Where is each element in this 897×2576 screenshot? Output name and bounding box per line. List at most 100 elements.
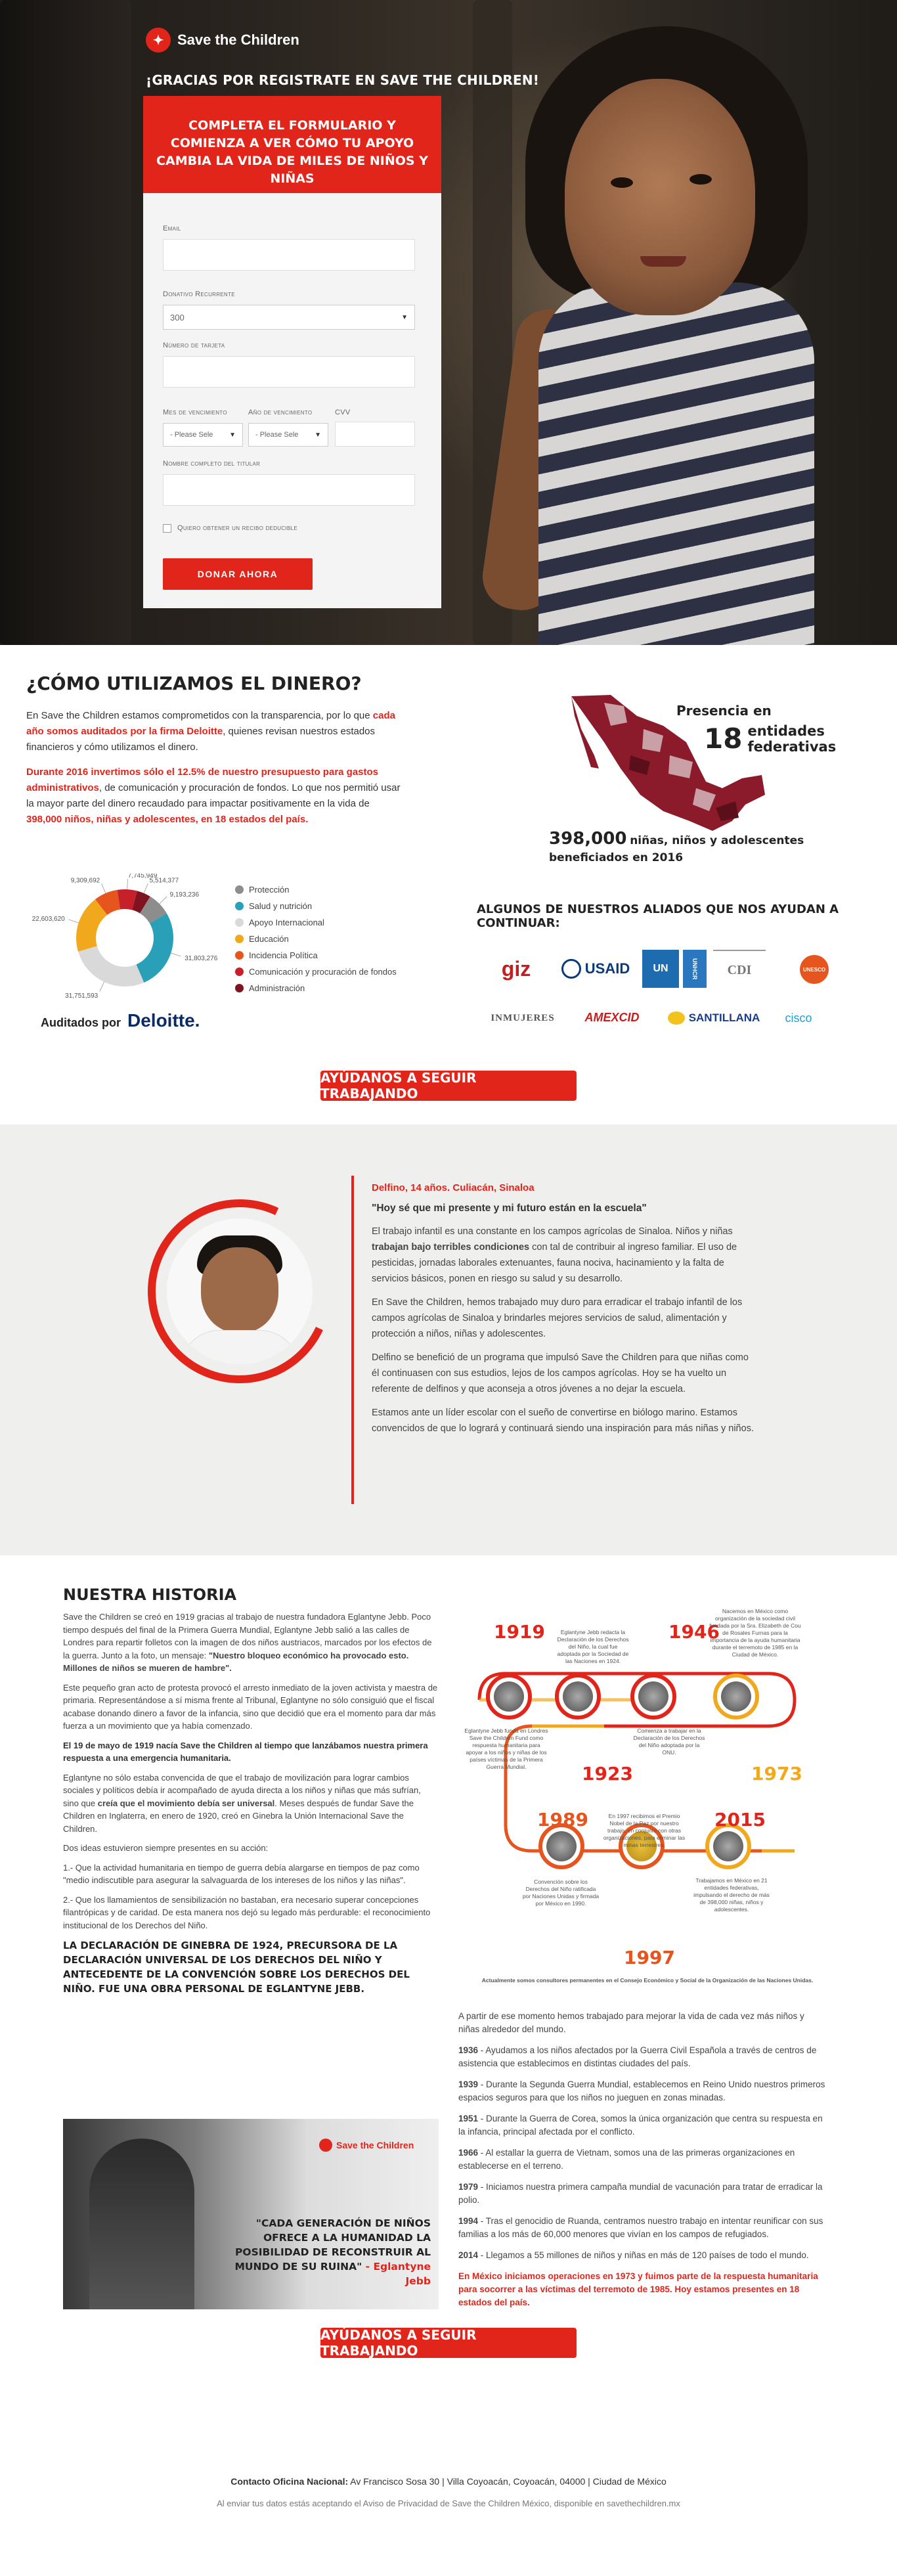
event-item: 1939 - Durante la Segunda Guerra Mundial… [458,2078,826,2104]
legend-item: Administración [235,980,397,996]
legend-swatch [235,984,244,992]
giz-logo: giz [501,956,531,981]
declaration-text: LA DECLARACIÓN DE GINEBRA DE 1924, PRECU… [63,1940,410,1995]
legend-label: Protección [249,885,290,895]
card-number-label: Número de tarjeta [163,342,225,349]
year-select[interactable]: - Please Sele ▼ [248,423,328,447]
event-year: 2014 [458,2250,479,2260]
chart-legend: Protección Salud y nutrición Apoyo Interna… [235,881,397,996]
slice-value-label: 31,803,276 [185,955,217,962]
cvv-label: CVV [335,409,351,416]
recurring-label: Donativo Recurrente [163,290,235,298]
contact-value: Av Francisco Sosa 30 | Villa Coyoacán, C… [348,2476,667,2487]
usaid-logo: USAID [559,955,632,983]
recurring-select[interactable]: 300 ▼ [163,305,415,330]
year-1973: 1973 [751,1763,802,1785]
story-paragraph: En Save the Children, hemos trabajado mu… [372,1297,743,1339]
beneficiaries-stat: 398,000 niñas, niños y adolescentes bene… [549,829,825,866]
money-paragraph-1: En Save the Children estamos comprometid… [26,708,407,755]
event-text: - Tras el genocidio de Ruanda, centramos… [458,2216,823,2239]
support-cta-button-top[interactable]: AYÚDANOS A SEGUIR TRABAJANDO [320,1070,577,1101]
month-select[interactable]: - Please Sele ▼ [163,423,243,447]
slice-leader-line [68,919,79,923]
event-item: 2014 - Llegamos a 55 millones de niños y… [458,2249,826,2262]
audited-by-label: Auditados por [41,1016,121,1029]
timeline-caption: Actualmente somos consultores permanente… [481,1977,814,1984]
eglantyne-photo: Save the Children "CADA GENERACIÓN DE NI… [63,2119,439,2309]
event-item: 1936 - Ayudamos a los niños afectados po… [458,2044,826,2070]
legend-swatch [235,902,244,910]
timeline-disc-1919 [486,1674,532,1720]
holder-name-field[interactable] [163,474,415,506]
chevron-down-icon: ▼ [401,313,408,321]
story-paragraph: Estamos ante un líder escolar con el sue… [372,1408,754,1434]
history-body: Save the Children se creó en 1919 gracia… [63,1610,439,1996]
note-1997: En 1997 recibimos el Premio Nobel de la … [603,1813,686,1848]
money-paragraph-2: Durante 2016 invertimos sólo el 12.5% de… [26,765,407,828]
slice-leader-line [127,879,128,890]
month-label: Mes de vencimiento [163,409,227,416]
legend-label: Comunicación y procuración de fondos [249,967,397,977]
note-1946: Comienza a trabajar en la Declaración de… [633,1727,705,1756]
slice-leader-line [101,883,106,894]
event-text: - Al estallar la guerra de Vietnam, somo… [458,2148,795,2171]
donation-form: COMPLETA EL FORMULARIO Y COMIENZA A VER … [143,96,441,608]
cdi-logo: CDI [713,950,766,989]
cvv-field[interactable] [335,422,415,447]
events-intro: A partir de ese momento hemos trabajado … [458,2011,804,2034]
email-field[interactable] [163,239,415,271]
event-year: 1939 [458,2079,479,2089]
slice-value-label: 9,193,236 [170,891,200,899]
beneficiaries-number: 398,000 [549,829,627,849]
slice-leader-line [143,883,148,894]
story-paragraph: El trabajo infantil es una constante en … [372,1224,756,1287]
hero-section: ✦ Save the Children ¡GRACIAS POR REGISTR… [0,0,897,645]
money-title: ¿CÓMO UTILIZAMOS EL DINERO? [26,673,362,694]
un-logo: UN [642,950,679,988]
legend-swatch [235,967,244,976]
chevron-down-icon: ▼ [229,431,236,439]
note-2015: Trabajamos en México en 21 entidades fed… [693,1877,770,1913]
brand-name: Save the Children [177,32,299,48]
event-item: 1979 - Iniciamos nuestra primera campaña… [458,2181,826,2207]
money-highlight: 398,000 niños, niñas y adolescentes, en … [26,814,309,825]
year-1997: 1997 [624,1947,675,1968]
amexcid-logo: AMEXCID [584,1010,640,1024]
story-bold: trabajan bajo terribles condiciones [372,1242,530,1253]
slice-value-label: 22,603,620 [32,916,65,923]
privacy-notice: Al enviar tus datos estás aceptando el A… [217,2498,680,2508]
legend-swatch [235,885,244,894]
chevron-down-icon: ▼ [315,431,321,439]
timeline-disc-1973 [713,1674,759,1720]
photo-quote: "CADA GENERACIÓN DE NIÑOS OFRECE A LA HU… [221,2216,431,2288]
photo-logo-text: Save the Children [336,2140,414,2150]
form-header: COMPLETA EL FORMULARIO Y COMIENZA A VER … [143,96,441,193]
event-year: 1936 [458,2045,479,2055]
year-1919: 1919 [494,1621,545,1643]
support-cta-button-bottom[interactable]: AYÚDANOS A SEGUIR TRABAJANDO [320,2327,577,2359]
history-paragraph: 2.- Que los llamamientos de sensibilizac… [63,1894,431,1930]
event-year: 1979 [458,2182,479,2192]
legend-label: Educación [249,934,289,944]
legend-item: Comunicación y procuración de fondos [235,964,397,980]
contact-label: Contacto Oficina Nacional: [230,2476,349,2487]
note-1923: Eglantyne Jebb redacta la Declaración de… [557,1629,629,1664]
event-text: - Llegamos a 55 millones de niños y niña… [478,2250,809,2260]
email-label: Email [163,225,181,233]
legend-label: Salud y nutrición [249,901,313,911]
event-text: - Iniciamos nuestra primera campaña mund… [458,2182,823,2205]
legend-item: Incidencia Política [235,947,397,964]
santillana-logo: SANTILLANA [665,1005,763,1031]
states-number: 18 [704,722,743,755]
legend-swatch [235,951,244,960]
history-paragraph: 1.- Que la actividad humanitaria en tiem… [63,1862,420,1886]
receipt-checkbox[interactable] [163,524,171,533]
card-number-field[interactable] [163,356,415,388]
recurring-value: 300 [170,312,185,322]
event-year: 1994 [458,2216,479,2226]
brand-logo[interactable]: ✦ Save the Children [146,28,299,53]
donate-now-button[interactable]: DONAR AHORA [163,558,313,590]
events-list: 1936 - Ayudamos a los niños afectados po… [458,2044,826,2262]
event-text: - Durante la Guerra de Corea, somos la ú… [458,2114,823,2137]
unhcr-logo: UNHCR [683,950,707,988]
